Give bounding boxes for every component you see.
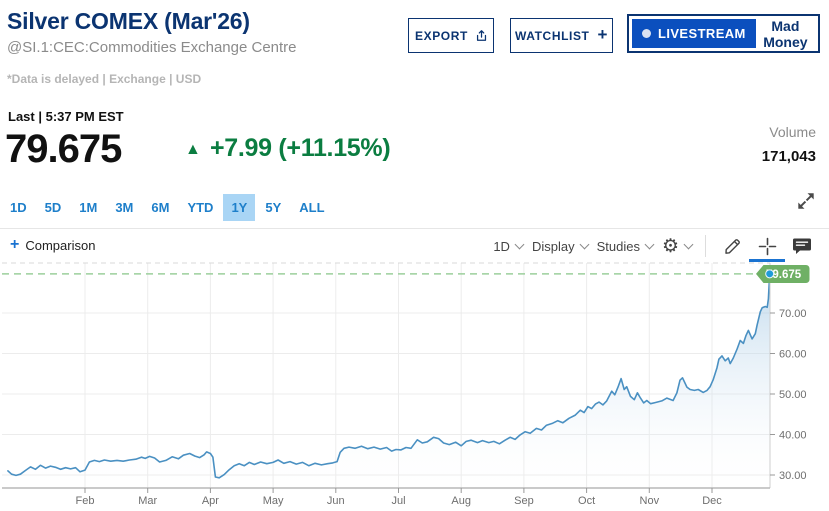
livestream-button-label: LIVESTREAM (658, 26, 746, 41)
studies-label: Studies (597, 239, 640, 254)
watchlist-button-label: WATCHLIST (515, 29, 590, 43)
chevron-down-icon (684, 239, 694, 249)
display-label: Display (532, 239, 575, 254)
watchlist-button[interactable]: WATCHLIST + (510, 18, 613, 53)
mad-money-label: Mad Money (762, 18, 809, 50)
x-tick-label: Oct (578, 495, 595, 507)
studies-dropdown[interactable]: Studies (597, 239, 653, 254)
fullscreen-expand-icon[interactable] (795, 190, 817, 212)
range-tab-ytd[interactable]: YTD (179, 194, 221, 221)
comments-button[interactable] (789, 233, 815, 259)
volume-value: 171,043 (762, 148, 816, 165)
up-triangle-icon: ▲ (185, 141, 201, 159)
x-tick-label: Feb (76, 495, 95, 507)
export-button-label: EXPORT (415, 29, 468, 43)
page-title: Silver COMEX (Mar'26) (7, 8, 250, 35)
price-area (8, 274, 770, 488)
interval-dropdown[interactable]: 1D (493, 239, 523, 254)
x-tick-label: Nov (640, 495, 660, 507)
volume-label: Volume (769, 124, 816, 140)
chat-icon (792, 237, 812, 255)
add-comparison-button[interactable]: + Comparison (10, 237, 95, 253)
y-tick-label: 30.00 (779, 470, 807, 482)
pencil-icon (723, 237, 742, 256)
price-change: +7.99 (+11.15%) (210, 134, 390, 163)
plus-icon: + (597, 25, 608, 45)
display-dropdown[interactable]: Display (532, 239, 588, 254)
section-divider (0, 228, 829, 229)
range-tab-1d[interactable]: 1D (2, 194, 35, 221)
quote-page: Silver COMEX (Mar'26) @SI.1:CEC:Commodit… (0, 0, 829, 511)
x-tick-label: Aug (451, 495, 471, 507)
x-tick-label: Apr (202, 495, 219, 507)
x-tick-label: Dec (702, 495, 722, 507)
chevron-down-icon (515, 239, 525, 249)
x-tick-label: Sep (514, 495, 534, 507)
y-tick-label: 50.00 (779, 389, 807, 401)
chevron-down-icon (579, 239, 589, 249)
range-tab-5d[interactable]: 5D (37, 194, 70, 221)
mad-money-button[interactable]: Mad Money (756, 19, 815, 48)
range-tab-3m[interactable]: 3M (107, 194, 141, 221)
last-price: 79.675 (5, 127, 121, 172)
symbol-subtitle: @SI.1:CEC:Commodities Exchange Centre (7, 39, 297, 56)
y-tick-label: 40.00 (779, 430, 807, 442)
livestream-button[interactable]: LIVESTREAM (632, 19, 756, 48)
x-tick-label: May (263, 495, 284, 507)
last-price-dot (766, 270, 774, 278)
draw-tool-button[interactable] (719, 233, 745, 259)
y-tick-label: 70.00 (779, 308, 807, 320)
x-tick-label: Jun (327, 495, 345, 507)
export-icon (476, 28, 487, 43)
crosshair-icon (758, 237, 777, 256)
range-tab-1y[interactable]: 1Y (223, 194, 255, 221)
chevron-down-icon (645, 239, 655, 249)
toolbar-divider (705, 235, 706, 257)
crosshair-tool-button[interactable] (754, 233, 780, 259)
data-delayed-note: *Data is delayed | Exchange | USD (7, 72, 201, 86)
range-tabs: 1D 5D 1M 3M 6M YTD 1Y 5Y ALL (2, 194, 333, 221)
x-tick-label: Jul (391, 495, 405, 507)
y-tick-label: 60.00 (779, 349, 807, 361)
range-tab-1m[interactable]: 1M (71, 194, 105, 221)
price-chart[interactable]: 30.00 40.00 50.00 60.00 70.00 Feb Mar Apr May Jun… (0, 260, 829, 511)
interval-value: 1D (493, 239, 510, 254)
comparison-label: Comparison (25, 238, 95, 253)
export-button[interactable]: EXPORT (408, 18, 494, 53)
range-tab-all[interactable]: ALL (291, 194, 332, 221)
x-tick-label: Mar (138, 495, 157, 507)
range-tab-6m[interactable]: 6M (143, 194, 177, 221)
last-timestamp: Last | 5:37 PM EST (8, 109, 124, 124)
livestream-madmoney-group: LIVESTREAM Mad Money (627, 14, 820, 53)
range-tab-5y[interactable]: 5Y (257, 194, 289, 221)
plus-icon: + (10, 237, 19, 253)
chart-settings-dropdown[interactable]: ⚙ (662, 237, 692, 256)
chart-toolbar: + Comparison 1D Display Studies ⚙ (0, 231, 829, 261)
live-dot-icon (642, 29, 651, 38)
gear-icon: ⚙ (662, 237, 679, 256)
price-chart-svg: 30.00 40.00 50.00 60.00 70.00 Feb Mar Apr May Jun… (0, 260, 829, 511)
chart-tools: 1D Display Studies ⚙ (493, 231, 815, 261)
